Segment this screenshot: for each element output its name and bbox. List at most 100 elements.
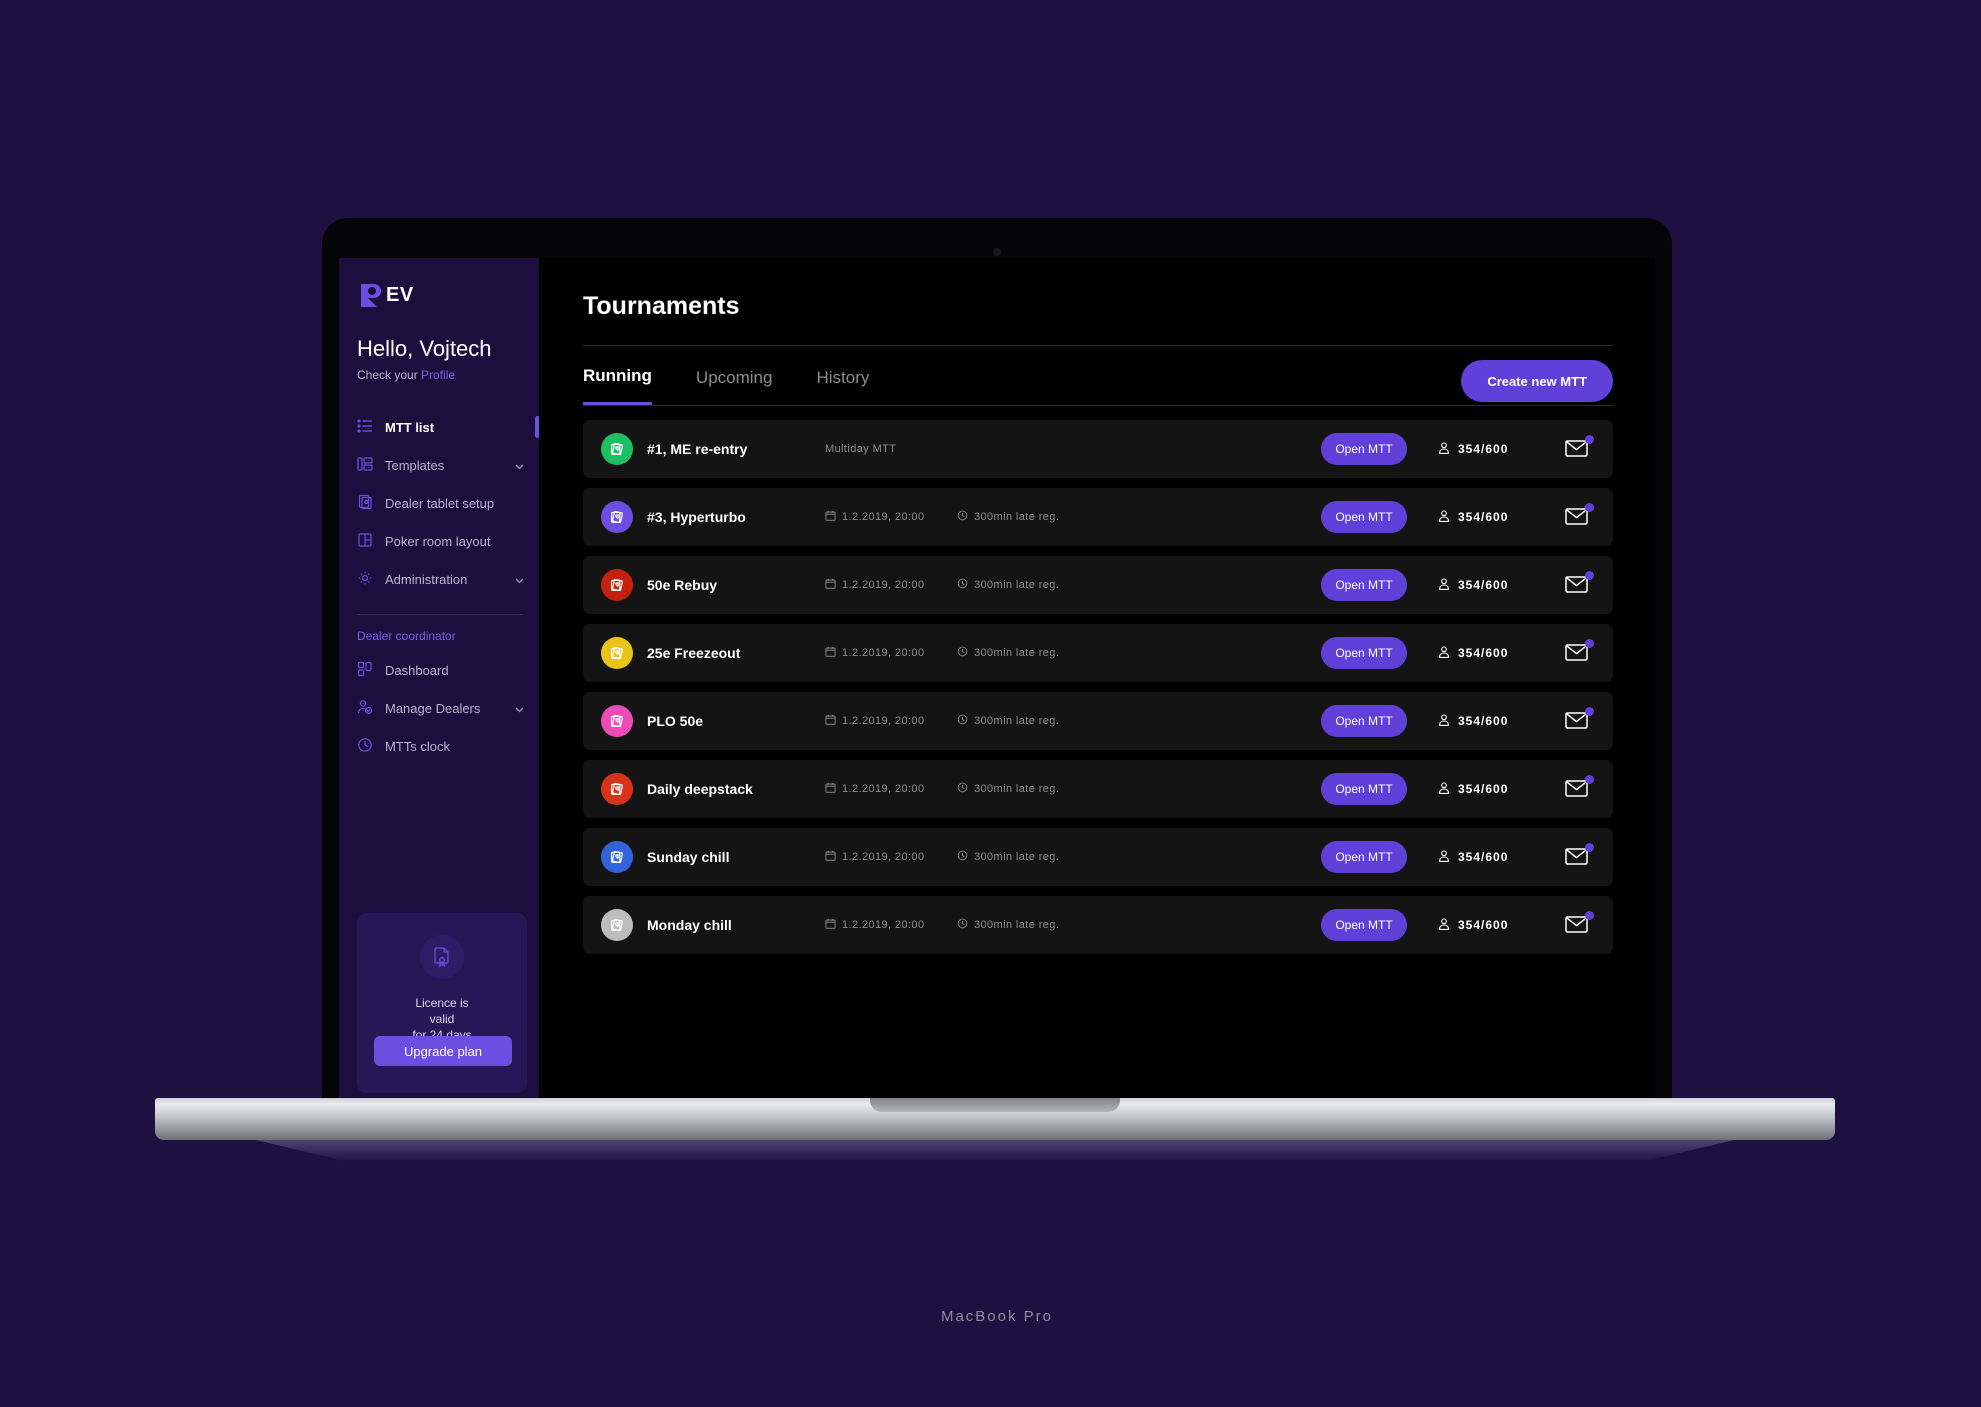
envelope-icon[interactable] xyxy=(1565,707,1594,732)
open-mtt-button[interactable]: Open MTT xyxy=(1321,705,1407,737)
clock-icon xyxy=(957,782,968,796)
open-mtt-button[interactable]: Open MTT xyxy=(1321,637,1407,669)
profile-link[interactable]: Profile xyxy=(421,368,455,382)
laptop-shadow xyxy=(255,1140,1735,1162)
sidebar-item-poker-room-layout[interactable]: Poker room layout xyxy=(339,522,539,560)
templates-icon xyxy=(357,456,373,475)
tournament-late-reg: 300min late reg. xyxy=(957,510,1127,524)
table-row[interactable]: Sunday chill 1.2.2019, 20:00 300min late r… xyxy=(583,828,1613,886)
calendar-icon xyxy=(825,918,836,932)
brand-logo[interactable]: EV xyxy=(339,258,539,310)
clock-icon xyxy=(957,578,968,592)
player-count-text: 354/600 xyxy=(1458,442,1509,456)
envelope-icon[interactable] xyxy=(1565,639,1594,664)
envelope-icon[interactable] xyxy=(1565,775,1594,800)
table-row[interactable]: PLO 50e 1.2.2019, 20:00 300min late reg. Op… xyxy=(583,692,1613,750)
sidebar-item-label: Dashboard xyxy=(385,662,449,678)
sidebar-item-label: Administration xyxy=(385,571,468,587)
tab-history[interactable]: History xyxy=(816,368,869,404)
late-reg-text: 300min late reg. xyxy=(974,579,1060,591)
envelope-icon[interactable] xyxy=(1565,911,1594,936)
tournament-datetime: 1.2.2019, 20:00 xyxy=(825,646,957,660)
sidebar-item-templates[interactable]: Templates xyxy=(339,446,539,484)
open-mtt-button[interactable]: Open MTT xyxy=(1321,501,1407,533)
poker-chip-icon xyxy=(601,637,633,669)
layout-icon xyxy=(357,532,373,551)
envelope-icon[interactable] xyxy=(1565,843,1594,868)
primary-nav: MTT list Templates Dealer tablet setup P… xyxy=(339,408,540,598)
calendar-icon xyxy=(825,510,836,524)
sidebar-item-label: MTT list xyxy=(385,419,435,435)
open-mtt-button[interactable]: Open MTT xyxy=(1321,433,1407,465)
licence-line-1: Licence is xyxy=(415,996,469,1010)
sidebar-item-administration[interactable]: Administration xyxy=(339,560,539,598)
poker-chip-icon xyxy=(601,501,633,533)
clock-icon xyxy=(957,510,968,524)
sidebar-item-manage-dealers[interactable]: Manage Dealers xyxy=(339,689,539,727)
sidebar-item-mtts-clock[interactable]: MTTs clock xyxy=(339,727,539,765)
sidebar-item-label: Templates xyxy=(385,457,445,473)
table-row[interactable]: Monday chill 1.2.2019, 20:00 300min late r… xyxy=(583,896,1613,954)
laptop-lid: EV Hello, Vojtech Check your Profile MTT… xyxy=(322,218,1672,1325)
list-icon xyxy=(357,418,373,437)
notification-badge xyxy=(1585,775,1594,784)
player-count: 354/600 xyxy=(1437,577,1533,594)
tournament-late-reg: 300min late reg. xyxy=(957,850,1127,864)
player-count-text: 354/600 xyxy=(1458,850,1509,864)
late-reg-text: 300min late reg. xyxy=(974,919,1060,931)
table-row[interactable]: #1, ME re-entry Multiday MTT Open MTT 354/6… xyxy=(583,420,1613,478)
notification-badge xyxy=(1585,503,1594,512)
main-content: Tournaments Running Upcoming History Cre… xyxy=(539,258,1655,1103)
table-row[interactable]: 25e Freezeout 1.2.2019, 20:00 300min late … xyxy=(583,624,1613,682)
datetime-text: 1.2.2019, 20:00 xyxy=(842,511,925,523)
envelope-icon[interactable] xyxy=(1565,435,1594,460)
table-row[interactable]: #3, Hyperturbo 1.2.2019, 20:00 300min late… xyxy=(583,488,1613,546)
certificate-icon xyxy=(420,935,464,979)
tournament-datetime: 1.2.2019, 20:00 xyxy=(825,918,957,932)
tab-running[interactable]: Running xyxy=(583,366,652,405)
calendar-icon xyxy=(825,714,836,728)
tournament-badge: Multiday MTT xyxy=(825,443,897,455)
notification-badge xyxy=(1585,843,1594,852)
tournament-late-reg: 300min late reg. xyxy=(957,782,1127,796)
open-mtt-button[interactable]: Open MTT xyxy=(1321,773,1407,805)
player-count: 354/600 xyxy=(1437,509,1533,526)
players-icon xyxy=(1437,781,1451,798)
open-mtt-button[interactable]: Open MTT xyxy=(1321,841,1407,873)
table-row[interactable]: Daily deepstack 1.2.2019, 20:00 300min lat… xyxy=(583,760,1613,818)
open-mtt-button[interactable]: Open MTT xyxy=(1321,569,1407,601)
player-count: 354/600 xyxy=(1437,441,1533,458)
screen: EV Hello, Vojtech Check your Profile MTT… xyxy=(339,258,1655,1103)
tournament-name: #1, ME re-entry xyxy=(647,441,748,457)
create-new-mtt-button[interactable]: Create new MTT xyxy=(1461,360,1613,402)
sidebar-item-dashboard[interactable]: Dashboard xyxy=(339,651,539,689)
sidebar-item-mtt-list[interactable]: MTT list xyxy=(339,408,540,446)
players-icon xyxy=(1437,917,1451,934)
datetime-text: 1.2.2019, 20:00 xyxy=(842,647,925,659)
laptop-mockup: EV Hello, Vojtech Check your Profile MTT… xyxy=(322,218,1672,1325)
late-reg-text: 300min late reg. xyxy=(974,647,1060,659)
late-reg-text: 300min late reg. xyxy=(974,783,1060,795)
secondary-nav: Dashboard Manage Dealers MTTs clock xyxy=(339,651,539,765)
table-row[interactable]: 50e Rebuy 1.2.2019, 20:00 300min late reg.… xyxy=(583,556,1613,614)
sidebar-section-title: Dealer coordinator xyxy=(357,629,456,643)
page-title: Tournaments xyxy=(583,292,740,320)
players-icon xyxy=(1437,509,1451,526)
open-mtt-button[interactable]: Open MTT xyxy=(1321,909,1407,941)
licence-line-2: valid xyxy=(429,1012,455,1026)
envelope-icon[interactable] xyxy=(1565,503,1594,528)
tablet-icon xyxy=(357,494,373,513)
datetime-text: 1.2.2019, 20:00 xyxy=(842,783,925,795)
tournament-datetime: Multiday MTT xyxy=(825,443,957,455)
tournament-datetime: 1.2.2019, 20:00 xyxy=(825,578,957,592)
tab-upcoming[interactable]: Upcoming xyxy=(696,368,773,404)
webcam-dot xyxy=(993,248,1001,256)
device-model-label: MacBook Pro xyxy=(940,1308,1054,1325)
datetime-text: 1.2.2019, 20:00 xyxy=(842,919,925,931)
tournament-name: 25e Freezeout xyxy=(647,645,741,661)
gear-icon xyxy=(357,570,373,589)
notification-badge xyxy=(1585,707,1594,716)
sidebar-item-dealer-tablet-setup[interactable]: Dealer tablet setup xyxy=(339,484,539,522)
envelope-icon[interactable] xyxy=(1565,571,1594,596)
upgrade-plan-button[interactable]: Upgrade plan xyxy=(374,1036,512,1066)
